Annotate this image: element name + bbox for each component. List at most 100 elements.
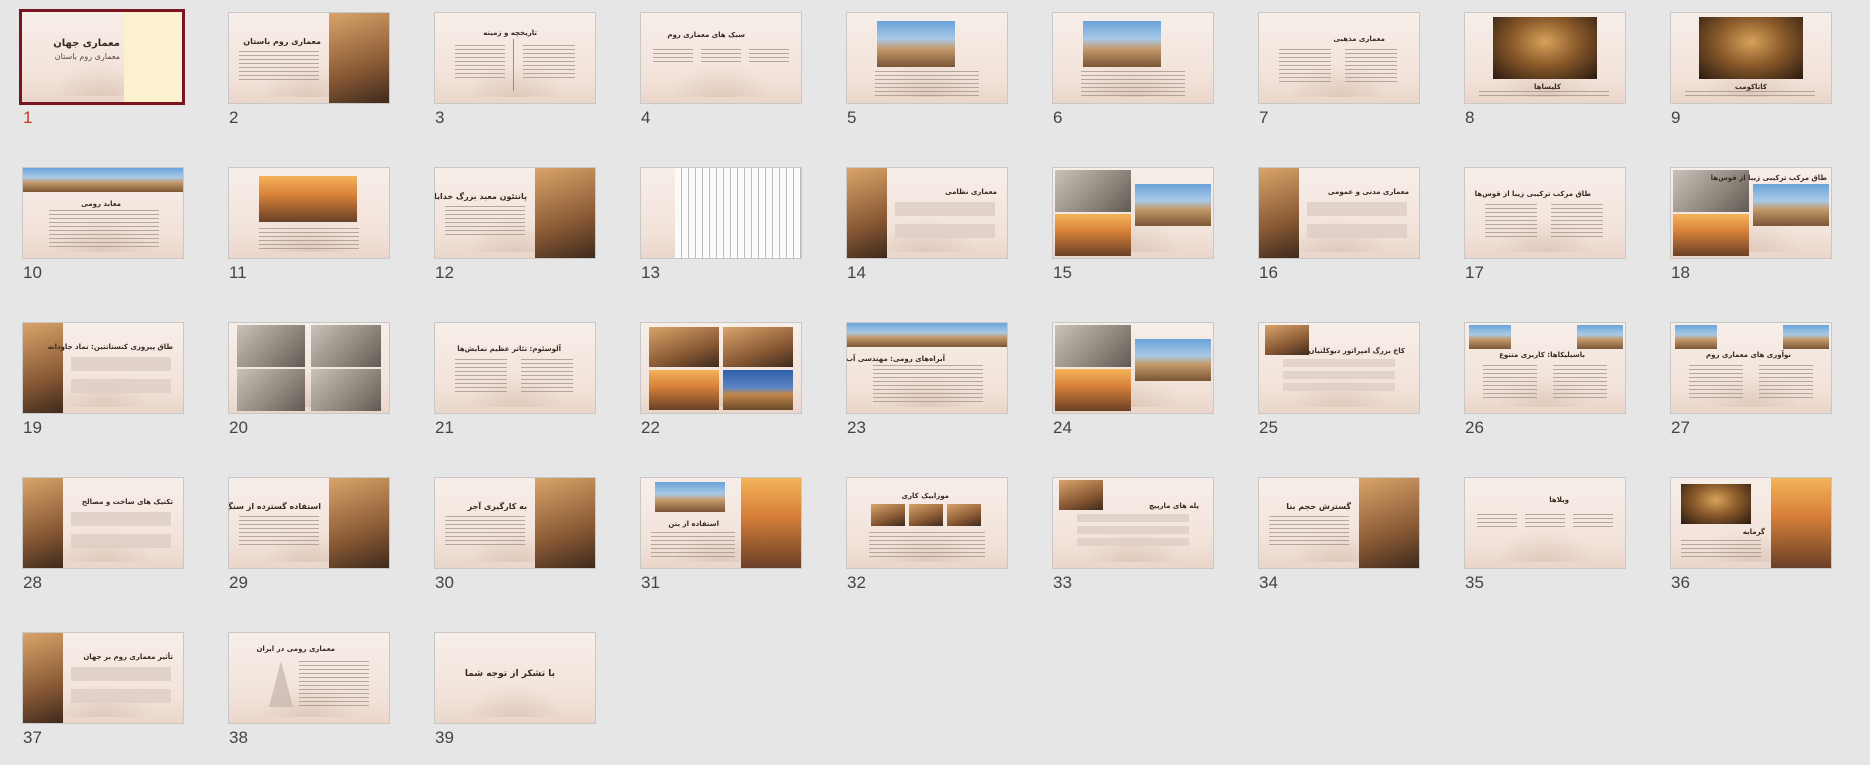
slide-thumbnail[interactable]: معماری نظامی (846, 167, 1008, 259)
slide-cell: سبک های معماری روم 4 (640, 12, 802, 127)
slide-thumbnail[interactable]: آلوسئوم: تئاتر عظیم نمایش‌ها (434, 322, 596, 414)
slide-thumbnail[interactable] (228, 167, 390, 259)
slide-cell: ویلاها 35 (1464, 477, 1626, 592)
text-lines (1573, 514, 1613, 530)
slide-thumbnail[interactable]: گرمابه (1670, 477, 1832, 569)
slide-thumbnail[interactable]: موزاییک کاری (846, 477, 1008, 569)
slide-thumbnail[interactable]: معماری جهان معماری روم باستان (19, 9, 185, 105)
slide-thumbnail[interactable]: به کارگیری آجر (434, 477, 596, 569)
slide-thumbnail[interactable]: معماری روم باستان (228, 12, 390, 104)
content-box (71, 667, 171, 681)
text-lines (1685, 91, 1815, 99)
slide-number: 7 (1259, 108, 1269, 127)
slide-photo (723, 327, 793, 367)
slide-number: 23 (847, 418, 866, 437)
slide-number: 10 (23, 263, 42, 282)
slide-photo (23, 478, 63, 568)
slide-photo (649, 327, 719, 367)
text-lines (651, 532, 735, 560)
text-lines (259, 228, 359, 250)
slide-thumbnail[interactable]: پله های مارپیچ (1052, 477, 1214, 569)
slide-photo (655, 482, 725, 512)
slide-number: 38 (229, 728, 248, 747)
slide-number: 39 (435, 728, 454, 747)
slide-title: با تشکر از توجه شما (464, 669, 555, 679)
slide-cell: آبراه‌های رومی: مهندسی آب برتر 23 (846, 322, 1008, 437)
slide-photo (237, 325, 305, 367)
slide-thumbnail[interactable]: طاق مرکب ترکیبی زیبا از قوس‌ها (1670, 167, 1832, 259)
slide-number: 31 (641, 573, 660, 592)
slide-thumbnail[interactable]: کاخ بزرگ امپراتور دیوکلتیان (1258, 322, 1420, 414)
slide-thumbnail[interactable]: پانتئون معبد بزرگ خدایان (434, 167, 596, 259)
text-lines (1269, 516, 1349, 546)
slide-title: کاتاکومب (1734, 83, 1767, 91)
slide-photo (329, 478, 389, 568)
slide-photo (1055, 214, 1131, 256)
text-lines (1477, 514, 1517, 530)
slide-title: استفاده گسترده از سنگ (228, 502, 321, 511)
slide-title: گرمابه (1742, 528, 1765, 536)
slide-thumbnail[interactable]: نوآوری های معماری روم (1670, 322, 1832, 414)
slide-cell: 11 (228, 167, 390, 282)
content-box (1283, 371, 1395, 379)
slide-thumbnail[interactable]: معماری مذهبی (1258, 12, 1420, 104)
slide-thumbnail[interactable]: گسترش حجم بنا (1258, 477, 1420, 569)
slide-thumbnail[interactable] (846, 12, 1008, 104)
slide-photo (1675, 325, 1717, 349)
slide-thumbnail[interactable]: کلیساها (1464, 12, 1626, 104)
slide-photo (329, 13, 389, 103)
slide-thumbnail[interactable]: باسیلیکاها: کاربری متنوع (1464, 322, 1626, 414)
slide-thumbnail[interactable]: آبراه‌های رومی: مهندسی آب برتر (846, 322, 1008, 414)
slide-title: استفاده از بتن (668, 520, 719, 528)
slide-thumbnail[interactable]: معماری مدنی و عمومی (1258, 167, 1420, 259)
slide-photo (1083, 21, 1161, 67)
slide-thumbnail[interactable]: سبک های معماری روم (640, 12, 802, 104)
slide-thumbnail[interactable]: معابد رومی (22, 167, 184, 259)
slide-number: 20 (229, 418, 248, 437)
slide-cell: معماری مدنی و عمومی 16 (1258, 167, 1420, 282)
slide-number: 27 (1671, 418, 1690, 437)
slide-thumbnail[interactable] (640, 322, 802, 414)
pyramid-shape (269, 661, 293, 707)
slide-title: ویلاها (1549, 496, 1569, 504)
timeline-axis (513, 39, 514, 91)
content-box (71, 357, 171, 371)
text-lines (1485, 204, 1537, 238)
slide-title: موزاییک کاری (901, 492, 949, 500)
slide-thumbnail[interactable] (1052, 167, 1214, 259)
slide-thumbnail[interactable]: تأثیر معماری روم بر جهان (22, 632, 184, 724)
slide-thumbnail[interactable]: تاریخچه و زمینه (434, 12, 596, 104)
slide-thumbnail[interactable]: استفاده گسترده از سنگ (228, 477, 390, 569)
text-lines (653, 49, 693, 65)
slide-photo (535, 478, 595, 568)
slide-thumbnail[interactable]: با تشکر از توجه شما (434, 632, 596, 724)
slide-thumbnail[interactable] (640, 167, 802, 259)
slide-number: 4 (641, 108, 651, 127)
slide-title: تاریخچه و زمینه (483, 29, 537, 37)
slide-thumbnail[interactable] (1052, 322, 1214, 414)
slide-thumbnail[interactable]: تکنیک های ساخت و مصالح (22, 477, 184, 569)
slide-title: معماری روم باستان (243, 37, 321, 46)
content-box (895, 202, 995, 216)
slide-subtitle: معماری روم باستان (54, 52, 120, 61)
slide-thumbnail[interactable] (1052, 12, 1214, 104)
slide-thumbnail[interactable]: معماری رومی در ایران (228, 632, 390, 724)
slide-number: 18 (1671, 263, 1690, 282)
slide-number: 15 (1053, 263, 1072, 282)
slide-number: 13 (641, 263, 660, 282)
slide-cell: معماری روم باستان 2 (228, 12, 390, 127)
text-lines (49, 210, 159, 250)
slide-thumbnail[interactable]: ویلاها (1464, 477, 1626, 569)
text-lines (749, 49, 789, 65)
slide-thumbnail[interactable]: طاق پیروزی کنستانتین: نماد جاودانه (22, 322, 184, 414)
slide-thumbnail[interactable]: کاتاکومب (1670, 12, 1832, 104)
slide-cell: با تشکر از توجه شما 39 (434, 632, 596, 747)
slide-number: 21 (435, 418, 454, 437)
slide-thumbnail[interactable] (228, 322, 390, 414)
text-lines (521, 359, 573, 393)
text-lines (1681, 540, 1761, 560)
slide-title: باسیلیکاها: کاربری متنوع (1499, 351, 1585, 359)
slide-thumbnail[interactable]: استفاده از بتن (640, 477, 802, 569)
slide-thumbnail[interactable]: طاق مرکب ترکیبی زیبا از قوس‌ها (1464, 167, 1626, 259)
content-box (1307, 202, 1407, 216)
